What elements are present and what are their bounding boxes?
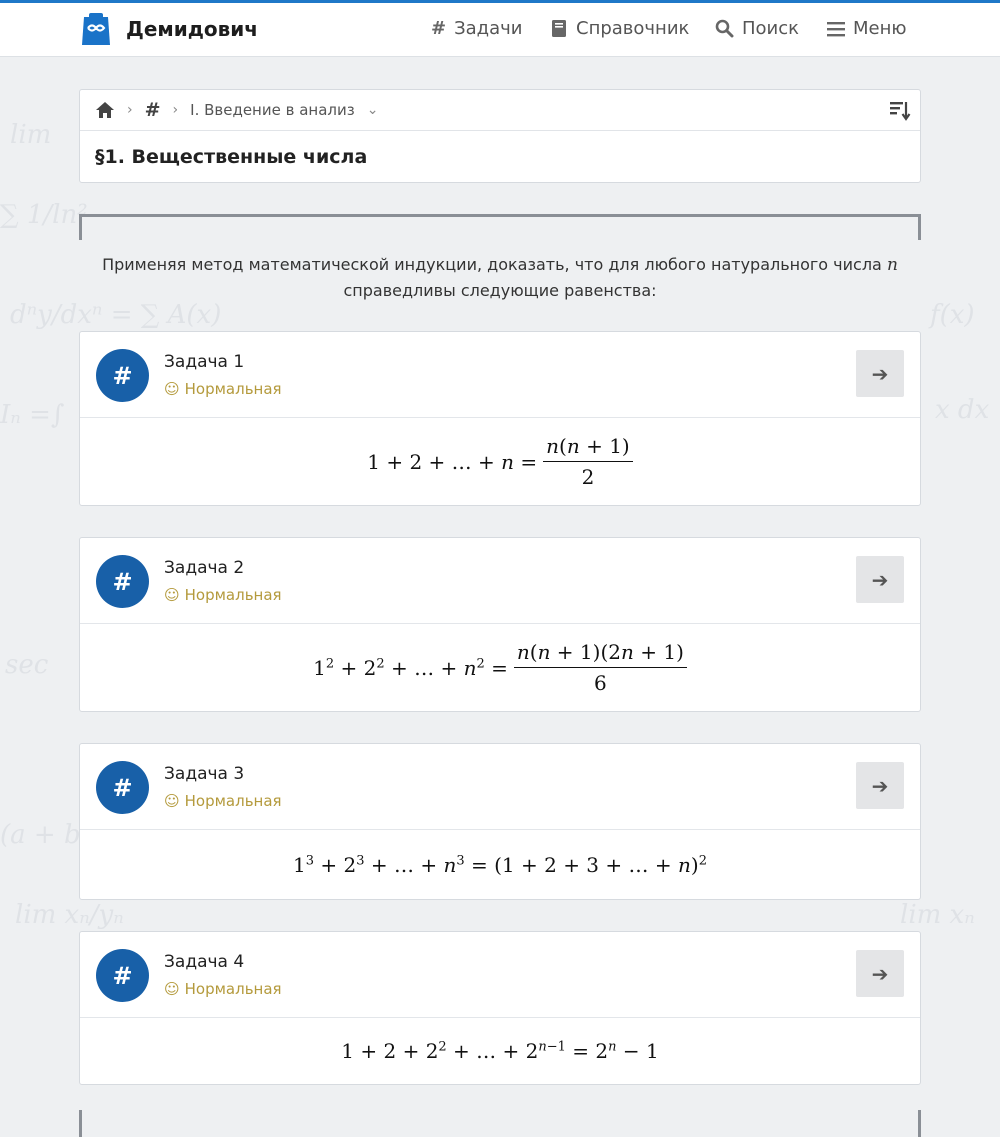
hash-icon[interactable]: # xyxy=(145,99,161,121)
task-card[interactable]: # Задача 1 ☺ Нормальная ➔ 1 + 2 + … + n … xyxy=(79,331,921,506)
task-level: ☺ Нормальная xyxy=(164,792,282,810)
task-level: ☺ Нормальная xyxy=(164,586,282,604)
background-math: Iₙ =∫ xyxy=(0,400,65,430)
intro-text-after: справедливы следующие равенства: xyxy=(343,281,657,300)
open-task-button[interactable]: ➔ xyxy=(856,950,904,997)
open-task-button[interactable]: ➔ xyxy=(856,350,904,397)
hash-icon: # xyxy=(96,761,149,814)
smile-icon: ☺ xyxy=(164,586,180,604)
task-level-label: Нормальная xyxy=(184,380,282,398)
task-card[interactable]: # Задача 4 ☺ Нормальная ➔ 1 + 2 + 22 + …… xyxy=(79,931,921,1085)
chevron-right-icon: › xyxy=(127,102,133,118)
arrow-right-icon: ➔ xyxy=(871,361,889,386)
background-math: dⁿy/dxⁿ = ∑ A(x) xyxy=(10,300,222,330)
background-math: lim xₙ xyxy=(900,900,975,930)
hash-icon: # xyxy=(96,949,149,1002)
nav-menu[interactable]: Меню xyxy=(827,18,907,39)
nav-reference-label: Справочник xyxy=(576,18,690,39)
background-math: (a + b) xyxy=(0,820,91,850)
task-title[interactable]: Задача 1 xyxy=(164,352,244,372)
group-bracket xyxy=(79,1110,921,1137)
smile-icon: ☺ xyxy=(164,792,180,810)
task-formula: 1 + 2 + 22 + … + 2n−1 = 2n − 1 xyxy=(341,1039,659,1063)
task-level: ☺ Нормальная xyxy=(164,980,282,998)
task-level: ☺ Нормальная xyxy=(164,380,282,398)
intro-text-before: Применяя метод математической индукции, … xyxy=(102,255,887,274)
background-math: x dx xyxy=(935,395,990,425)
chevron-right-icon: › xyxy=(172,102,179,118)
background-math: f(x) xyxy=(930,300,975,330)
background-math: lim xyxy=(10,120,52,150)
nav-reference[interactable]: Справочник xyxy=(551,18,689,39)
breadcrumb-current[interactable]: I. Введение в анализ xyxy=(190,101,355,119)
task-title[interactable]: Задача 4 xyxy=(164,952,244,972)
task-formula: 12 + 22 + … + n2 = n(n + 1)(2n + 1) 6 xyxy=(80,624,920,711)
background-math: lim xₙ/yₙ xyxy=(15,900,124,930)
task-level-label: Нормальная xyxy=(184,586,282,604)
smile-icon: ☺ xyxy=(164,380,180,398)
background-math: ∑ 1/ln² xyxy=(0,200,88,230)
task-card[interactable]: # Задача 2 ☺ Нормальная ➔ 12 + 22 + … + … xyxy=(79,537,921,712)
home-icon[interactable] xyxy=(95,101,115,119)
background-math: sec xyxy=(5,650,49,680)
hash-icon: # xyxy=(431,18,447,39)
open-task-button[interactable]: ➔ xyxy=(856,762,904,809)
task-formula: 1 + 2 + … + n = n(n + 1) 2 xyxy=(80,418,920,505)
open-task-button[interactable]: ➔ xyxy=(856,556,904,603)
brand-name[interactable]: Демидович xyxy=(126,17,258,41)
arrow-right-icon: ➔ xyxy=(871,567,889,592)
task-title[interactable]: Задача 2 xyxy=(164,558,244,578)
nav-search-label: Поиск xyxy=(742,18,800,39)
hash-icon: # xyxy=(96,349,149,402)
chevron-down-icon[interactable]: ⌄ xyxy=(367,102,379,118)
task-level-label: Нормальная xyxy=(184,792,282,810)
group-bracket xyxy=(79,214,921,240)
smile-icon: ☺ xyxy=(164,980,180,998)
top-navbar: Демидович # Задачи Справочник Поиск Меню xyxy=(0,3,1000,57)
logo-icon[interactable] xyxy=(79,13,113,47)
breadcrumb-divider xyxy=(80,130,920,131)
section-title: §1. Вещественные числа xyxy=(95,146,368,168)
sort-icon[interactable] xyxy=(889,99,911,121)
task-formula: 13 + 23 + … + n3 = (1 + 2 + 3 + … + n)2 xyxy=(293,852,707,877)
arrow-right-icon: ➔ xyxy=(871,961,889,986)
breadcrumb: › # › I. Введение в анализ ⌄ xyxy=(95,99,378,121)
hash-icon: # xyxy=(96,555,149,608)
search-icon xyxy=(715,19,734,38)
nav-tasks-label: Задачи xyxy=(454,18,523,39)
intro-variable: n xyxy=(886,255,898,275)
nav-menu-label: Меню xyxy=(853,18,907,39)
nav-tasks[interactable]: # Задачи xyxy=(431,18,522,39)
menu-icon xyxy=(827,21,845,36)
nav-search[interactable]: Поиск xyxy=(715,18,799,39)
task-title[interactable]: Задача 3 xyxy=(164,764,244,784)
task-level-label: Нормальная xyxy=(184,980,282,998)
book-icon xyxy=(552,20,566,37)
intro-text: Применяя метод математической индукции, … xyxy=(100,252,900,304)
arrow-right-icon: ➔ xyxy=(871,773,889,798)
task-card[interactable]: # Задача 3 ☺ Нормальная ➔ 13 + 23 + … + … xyxy=(79,743,921,900)
